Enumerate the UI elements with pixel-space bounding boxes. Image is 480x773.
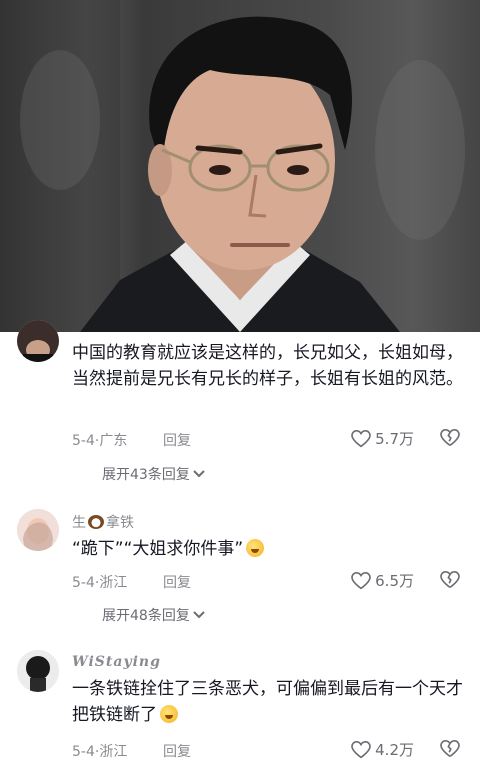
reply-button[interactable]: 回复 [163, 741, 191, 761]
like-count: 4.2万 [375, 741, 414, 759]
comment-location-time: 5-4·浙江 [72, 744, 128, 760]
broken-heart-icon[interactable] [440, 740, 460, 758]
comment-list: 中国的教育就应该是这样的，长兄如父，长姐如母，当然提前是兄长有兄长的样子，长姐有… [0, 320, 480, 773]
chevron-down-icon [193, 470, 205, 478]
like-button[interactable]: 5.7万 [351, 428, 414, 449]
expand-replies-button[interactable]: 展开43条回复 [102, 464, 205, 484]
like-count: 5.7万 [375, 430, 414, 448]
avatar[interactable] [17, 650, 59, 692]
comment-location-time: 5-4·浙江 [72, 575, 128, 591]
chevron-down-icon [193, 611, 205, 619]
crying-laughing-emoji-icon [246, 539, 265, 557]
expand-replies-label: 展开43条回复 [102, 467, 190, 483]
like-button[interactable]: 6.5万 [351, 570, 414, 591]
reply-button[interactable]: 回复 [163, 430, 191, 450]
expand-replies-button[interactable]: 展开48条回复 [102, 605, 205, 625]
expand-replies-label: 展开48条回复 [102, 608, 190, 624]
broken-heart-icon[interactable] [440, 571, 460, 589]
like-button[interactable]: 4.2万 [351, 739, 414, 760]
heart-icon [351, 740, 371, 758]
avatar[interactable] [17, 509, 59, 551]
heart-icon [351, 571, 371, 589]
like-count: 6.5万 [375, 572, 414, 590]
broken-heart-icon[interactable] [440, 429, 460, 447]
comment-text: “跪下”“大姐求你件事” [72, 536, 464, 562]
video-frame[interactable] [0, 0, 480, 332]
comment-text-content: 一条铁链拴住了三条恶犬，可偏偏到最后有一个天才把铁链断了 [72, 679, 463, 725]
comment-text-content: “跪下”“大姐求你件事” [72, 539, 244, 559]
coconut-icon [88, 515, 104, 529]
reply-button[interactable]: 回复 [163, 572, 191, 592]
crying-laughing-emoji-icon [160, 705, 178, 723]
comment-text: 一条铁链拴住了三条恶犬，可偏偏到最后有一个天才把铁链断了 [72, 676, 464, 728]
man-with-glasses-image [0, 0, 480, 332]
comment-username[interactable]: 生 拿铁 [72, 512, 134, 532]
heart-icon [351, 429, 371, 447]
username-prefix: 生 [72, 515, 86, 531]
username-suffix: 拿铁 [106, 515, 134, 531]
comment-text: 中国的教育就应该是这样的，长兄如父，长姐如母，当然提前是兄长有兄长的样子，长姐有… [72, 343, 463, 389]
comment-location-time: 5-4·广东 [72, 433, 128, 449]
avatar[interactable] [17, 320, 59, 362]
comment-username[interactable]: WiStaying [72, 654, 161, 670]
